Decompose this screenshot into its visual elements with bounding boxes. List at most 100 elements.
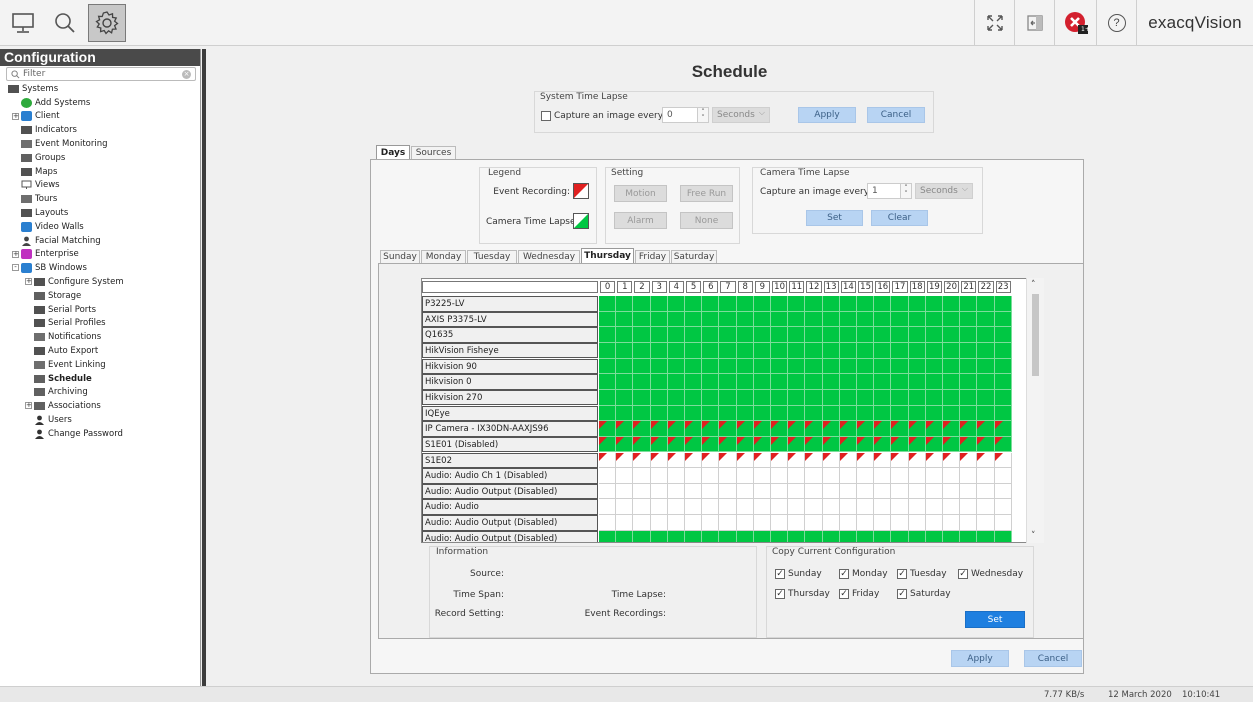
schedule-cell[interactable] xyxy=(925,327,943,343)
schedule-cell[interactable] xyxy=(736,374,754,390)
schedule-cell[interactable] xyxy=(960,421,978,437)
schedule-cell[interactable] xyxy=(667,468,685,484)
system-capture-value[interactable]: 0 xyxy=(662,107,698,123)
schedule-cell[interactable] xyxy=(616,358,634,375)
schedule-cell[interactable] xyxy=(685,515,703,531)
schedule-cell[interactable] xyxy=(908,389,926,406)
schedule-cell[interactable] xyxy=(650,389,668,406)
schedule-cell[interactable] xyxy=(685,405,703,422)
schedule-cell[interactable] xyxy=(771,468,789,484)
hour-header[interactable]: 18 xyxy=(909,281,925,293)
schedule-cell[interactable] xyxy=(788,468,806,484)
schedule-cell[interactable] xyxy=(822,452,840,469)
schedule-cell[interactable] xyxy=(839,499,857,516)
schedule-cell[interactable] xyxy=(702,468,720,484)
schedule-cell[interactable] xyxy=(650,296,668,312)
schedule-cell[interactable] xyxy=(667,296,685,312)
schedule-cell[interactable] xyxy=(719,311,737,328)
schedule-cell[interactable] xyxy=(667,452,685,469)
schedule-cell[interactable] xyxy=(633,342,651,359)
schedule-cell[interactable] xyxy=(994,436,1012,453)
schedule-cell[interactable] xyxy=(874,296,892,312)
schedule-cell[interactable] xyxy=(667,311,685,328)
schedule-cell[interactable] xyxy=(839,342,857,359)
source-row-label[interactable]: P3225-LV xyxy=(422,296,598,312)
schedule-cell[interactable] xyxy=(822,515,840,531)
schedule-cell[interactable] xyxy=(719,389,737,406)
schedule-cell[interactable] xyxy=(616,421,634,437)
hour-header[interactable]: 15 xyxy=(858,281,874,293)
schedule-cell[interactable] xyxy=(822,436,840,453)
scroll-thumb[interactable] xyxy=(1032,294,1039,376)
schedule-cell[interactable] xyxy=(943,515,961,531)
schedule-cell[interactable] xyxy=(891,311,909,328)
schedule-cell[interactable] xyxy=(719,530,737,542)
schedule-cell[interactable] xyxy=(943,468,961,484)
camera-set-button[interactable]: Set xyxy=(806,210,863,226)
schedule-cell[interactable] xyxy=(650,452,668,469)
hour-header[interactable]: 23 xyxy=(995,281,1011,293)
schedule-cell[interactable] xyxy=(874,358,892,375)
schedule-cell[interactable] xyxy=(908,405,926,422)
schedule-cell[interactable] xyxy=(616,296,634,312)
schedule-cell[interactable] xyxy=(753,296,771,312)
schedule-cell[interactable] xyxy=(891,389,909,406)
schedule-cell[interactable] xyxy=(977,483,995,500)
schedule-cell[interactable] xyxy=(667,374,685,390)
schedule-cell[interactable] xyxy=(702,483,720,500)
schedule-cell[interactable] xyxy=(891,421,909,437)
schedule-cell[interactable] xyxy=(599,515,617,531)
hour-header[interactable]: 19 xyxy=(926,281,942,293)
schedule-cell[interactable] xyxy=(771,389,789,406)
tree-item-event-linking[interactable]: Event Linking xyxy=(34,358,106,372)
schedule-cell[interactable] xyxy=(788,374,806,390)
schedule-cell[interactable] xyxy=(943,405,961,422)
schedule-cell[interactable] xyxy=(943,374,961,390)
schedule-cell[interactable] xyxy=(839,327,857,343)
schedule-cell[interactable] xyxy=(771,483,789,500)
schedule-cell[interactable] xyxy=(994,374,1012,390)
schedule-cell[interactable] xyxy=(667,405,685,422)
schedule-cell[interactable] xyxy=(857,358,875,375)
schedule-cell[interactable] xyxy=(753,530,771,542)
tree-item-archiving[interactable]: Archiving xyxy=(34,386,88,400)
schedule-cell[interactable] xyxy=(667,327,685,343)
schedule-cell[interactable] xyxy=(753,468,771,484)
schedule-cell[interactable] xyxy=(908,311,926,328)
schedule-cell[interactable] xyxy=(891,358,909,375)
copy-wednesday-checkbox[interactable]: ✓ xyxy=(958,569,968,579)
schedule-cell[interactable] xyxy=(771,311,789,328)
hour-header[interactable]: 9 xyxy=(754,281,770,293)
tab-sources[interactable]: Sources xyxy=(411,146,456,159)
tree-item-tours[interactable]: Tours xyxy=(21,192,57,206)
schedule-cell[interactable] xyxy=(753,421,771,437)
schedule-cell[interactable] xyxy=(753,499,771,516)
schedule-cell[interactable] xyxy=(994,421,1012,437)
schedule-cell[interactable] xyxy=(702,530,720,542)
schedule-cell[interactable] xyxy=(925,389,943,406)
schedule-cell[interactable] xyxy=(719,327,737,343)
apply-button[interactable]: Apply xyxy=(951,650,1009,667)
schedule-cell[interactable] xyxy=(891,499,909,516)
schedule-cell[interactable] xyxy=(788,452,806,469)
schedule-cell[interactable] xyxy=(857,499,875,516)
schedule-cell[interactable] xyxy=(857,436,875,453)
scroll-up-icon[interactable]: ˄ xyxy=(1031,280,1036,290)
schedule-cell[interactable] xyxy=(633,374,651,390)
schedule-cell[interactable] xyxy=(839,436,857,453)
schedule-cell[interactable] xyxy=(960,452,978,469)
schedule-cell[interactable] xyxy=(960,374,978,390)
schedule-cell[interactable] xyxy=(736,405,754,422)
filter-input[interactable]: Filter × xyxy=(6,67,196,81)
source-row-label[interactable]: Audio: Audio Output (Disabled) xyxy=(422,483,598,500)
hour-header[interactable]: 0 xyxy=(600,281,616,293)
hour-header[interactable]: 7 xyxy=(720,281,736,293)
source-row-label[interactable]: HikVision Fisheye xyxy=(422,342,598,359)
schedule-cell[interactable] xyxy=(633,499,651,516)
schedule-cell[interactable] xyxy=(616,342,634,359)
schedule-cell[interactable] xyxy=(908,421,926,437)
hour-header[interactable]: 4 xyxy=(668,281,684,293)
hour-header[interactable]: 20 xyxy=(944,281,960,293)
expand-icon[interactable]: + xyxy=(12,250,19,258)
schedule-cell[interactable] xyxy=(633,530,651,542)
